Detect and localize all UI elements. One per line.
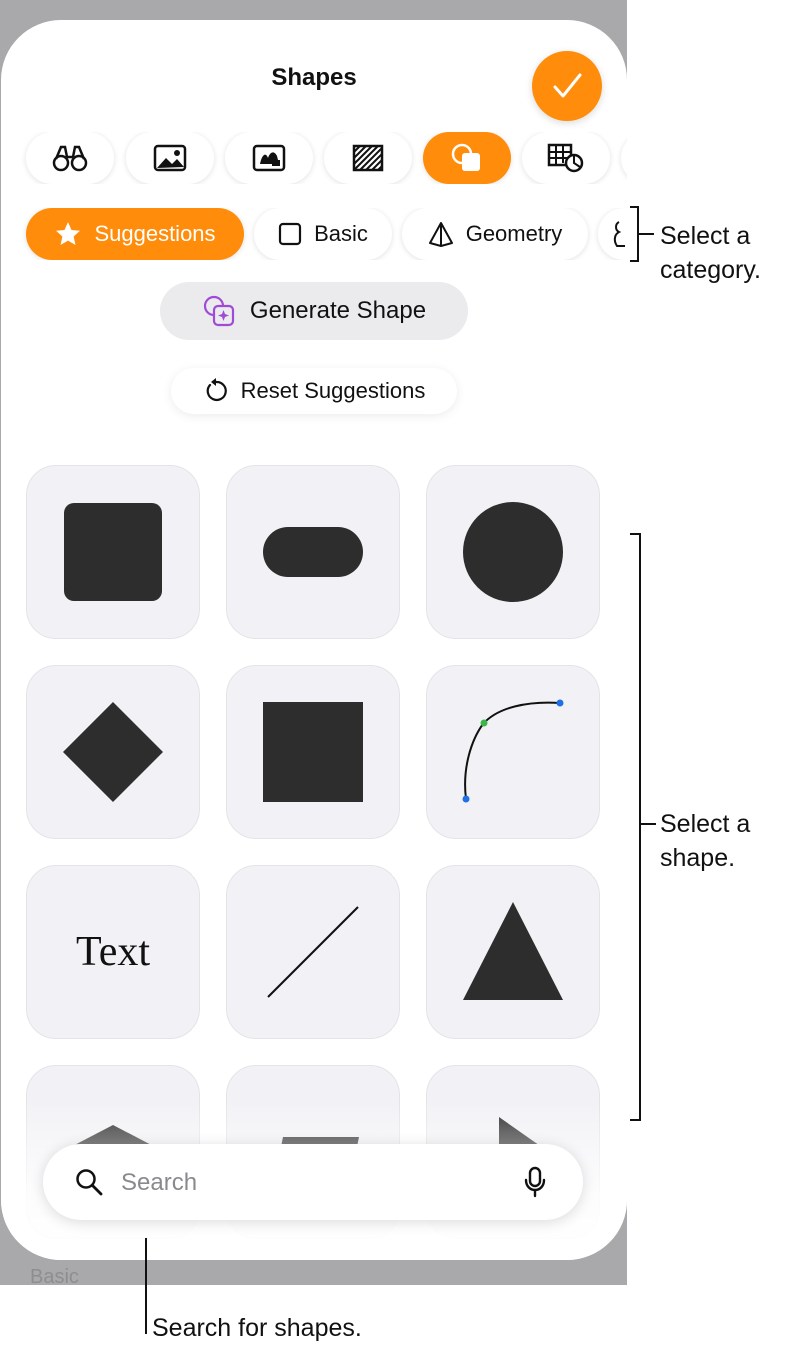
- microphone-icon[interactable]: [523, 1166, 547, 1198]
- image-gallery-icon: [252, 144, 286, 172]
- rounded-square-shape: [64, 503, 162, 601]
- generate-shape-label: Generate Shape: [249, 297, 427, 324]
- generate-shape-button[interactable]: Generate Shape: [160, 282, 468, 340]
- text-shape-label: Text: [75, 929, 151, 975]
- callout-shape: Select a shape.: [660, 810, 751, 872]
- shape-square[interactable]: [226, 665, 400, 839]
- search-input[interactable]: [119, 1162, 503, 1204]
- diamond-shape: [63, 702, 163, 802]
- search-leader-line: [145, 1238, 147, 1334]
- search-icon: [76, 1169, 103, 1196]
- category-bracket: [630, 206, 654, 262]
- animal-icon: [613, 221, 625, 247]
- tab-gallery[interactable]: [225, 132, 313, 184]
- binoculars-icon: [52, 145, 88, 172]
- square-outline-icon: [278, 222, 302, 246]
- category-label: Basic: [314, 221, 368, 246]
- square-shape: [263, 702, 363, 802]
- shape-pill[interactable]: [226, 465, 400, 639]
- pyramid-icon: [428, 222, 453, 247]
- tab-more[interactable]: [621, 132, 627, 184]
- category-more[interactable]: [598, 208, 627, 260]
- tab-shapes[interactable]: [423, 132, 511, 184]
- line-shape: [267, 906, 359, 998]
- tab-table-chart[interactable]: [522, 132, 610, 184]
- reset-icon: [206, 378, 227, 402]
- insert-tabs: [1, 132, 627, 184]
- category-suggestions[interactable]: Suggestions: [26, 208, 244, 260]
- pill-shape: [263, 527, 363, 577]
- category-geometry[interactable]: Geometry: [402, 208, 588, 260]
- sparkle-shape-icon: [203, 295, 235, 327]
- shape-diamond[interactable]: [26, 665, 200, 839]
- category-chips: Suggestions Basic Geometry: [1, 208, 627, 260]
- tab-photo[interactable]: [126, 132, 214, 184]
- reset-suggestions-button[interactable]: Reset Suggestions: [171, 368, 457, 414]
- table-chart-icon: [547, 143, 584, 173]
- curve-shape: [462, 699, 564, 803]
- circle-shape: [463, 502, 563, 602]
- shape-bracket: [630, 533, 656, 1121]
- category-basic[interactable]: Basic: [254, 208, 392, 260]
- category-label: Suggestions: [94, 221, 216, 246]
- shape-triangle[interactable]: [426, 865, 600, 1039]
- shape-rounded-square[interactable]: [26, 465, 200, 639]
- star-icon: [56, 222, 81, 245]
- shapes-sheet: Shapes Suggestions Basic Geometry Genera…: [1, 20, 627, 1260]
- done-button[interactable]: [532, 51, 602, 121]
- hatched-pattern-icon: [352, 144, 384, 172]
- tab-pattern[interactable]: [324, 132, 412, 184]
- shape-line[interactable]: [226, 865, 400, 1039]
- category-label: Geometry: [465, 221, 563, 246]
- shape-circle[interactable]: [426, 465, 600, 639]
- search-bar[interactable]: [43, 1144, 583, 1220]
- shape-text[interactable]: Text: [26, 865, 200, 1039]
- photo-icon: [153, 144, 187, 172]
- callout-search: Search for shapes.: [152, 1314, 362, 1342]
- shape-curve[interactable]: [426, 665, 600, 839]
- triangle-shape: [463, 902, 563, 1000]
- shapes-icon: [451, 143, 480, 171]
- ghost-category-label: Basic: [30, 1266, 79, 1288]
- reset-suggestions-label: Reset Suggestions: [240, 378, 426, 403]
- checkmark-icon: [553, 73, 582, 98]
- callout-category: Select a category.: [660, 222, 761, 284]
- tab-binoculars[interactable]: [26, 132, 114, 184]
